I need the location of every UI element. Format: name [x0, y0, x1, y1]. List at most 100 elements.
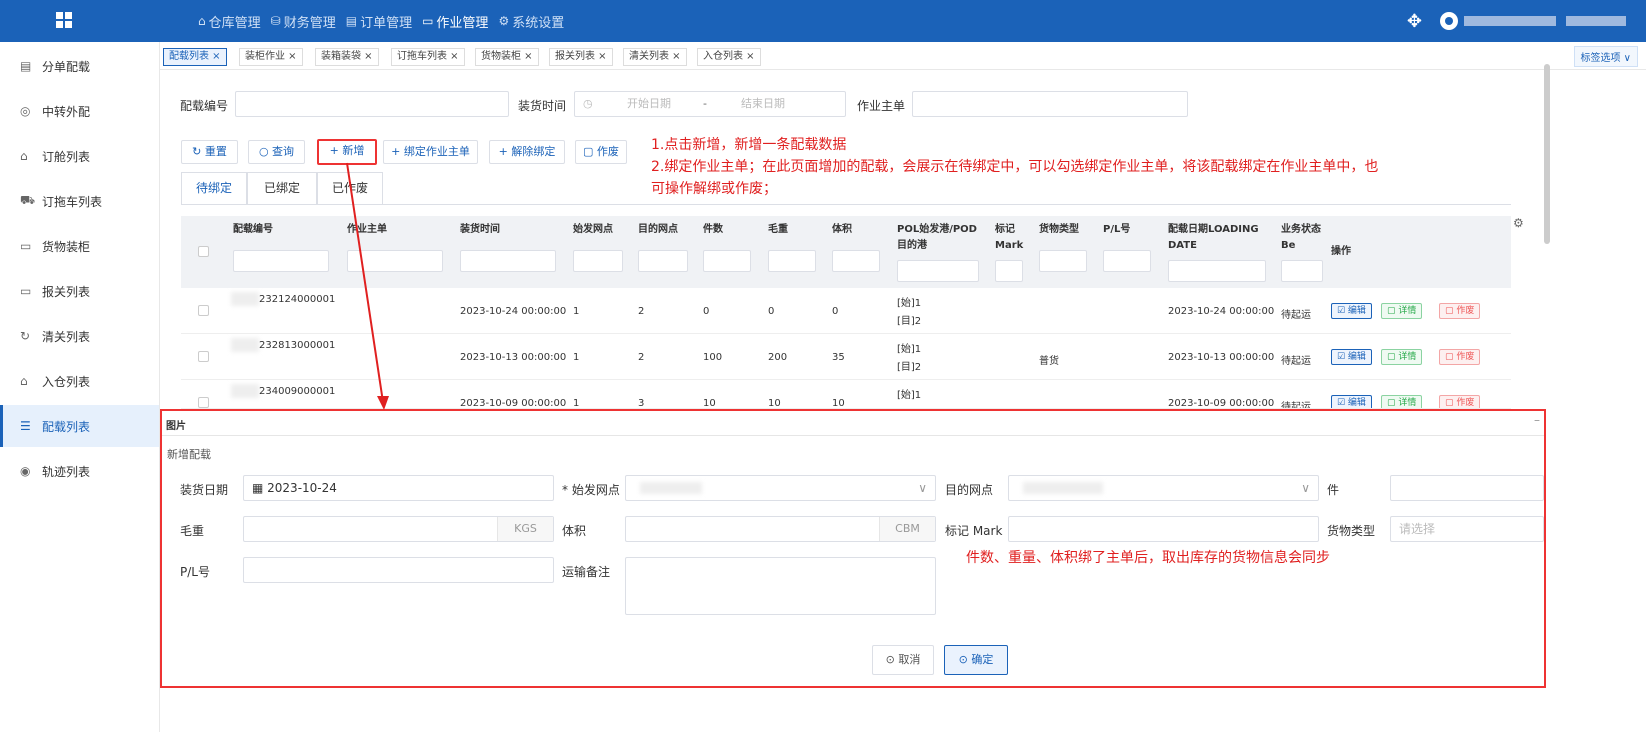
detail-button[interactable]: ▢ 详情: [1381, 395, 1423, 408]
filter-gross-weight[interactable]: [768, 250, 816, 272]
sidebar-item-container[interactable]: ▭ 货物装柜: [0, 225, 159, 267]
blurred-prefix: [231, 338, 259, 352]
filter-mark[interactable]: [995, 260, 1023, 282]
void-row-button[interactable]: ▢ 作废: [1439, 349, 1481, 365]
filter-peizai-no[interactable]: [233, 250, 329, 272]
col-mark: 标记Mark: [995, 224, 1024, 251]
col-volume: 体积: [832, 224, 852, 235]
confirm-button[interactable]: ⊙ 确定: [944, 645, 1008, 675]
sidebar-item-split-loading[interactable]: ▤ 分单配载: [0, 45, 159, 87]
chevron-down-icon: ∨: [918, 481, 927, 495]
top-right: ✥: [1407, 0, 1626, 42]
sidebar-item-customs[interactable]: ▭ 报关列表: [0, 270, 159, 312]
sliders-icon: ☰: [20, 419, 31, 433]
tab-loading-list[interactable]: 配载列表 ×: [163, 48, 227, 66]
tag-options-dropdown[interactable]: 标签选项 ∨: [1573, 46, 1638, 67]
select-all-checkbox[interactable]: [198, 246, 209, 257]
nav-warehouse[interactable]: ⌂ 仓库管理: [198, 12, 261, 31]
sidebar-item-booking[interactable]: ⌂ 订舱列表: [0, 135, 159, 177]
void-row-button[interactable]: ▢ 作废: [1439, 395, 1481, 408]
sidebar-item-track[interactable]: ◉ 轨迹列表: [0, 450, 159, 492]
detail-button[interactable]: ▢ 详情: [1381, 349, 1423, 365]
query-button[interactable]: ○ 查询: [248, 140, 305, 164]
minimize-icon[interactable]: –: [1534, 413, 1540, 427]
pl-no-input[interactable]: [243, 557, 554, 583]
scrollbar[interactable]: [1544, 64, 1550, 244]
bind-master-button[interactable]: + 绑定作业主单: [383, 140, 478, 164]
tab-inbound-list[interactable]: 入仓列表 ×: [697, 48, 761, 66]
edit-button[interactable]: ☑ 编辑: [1331, 303, 1372, 319]
void-row-button[interactable]: ▢ 作废: [1439, 303, 1481, 319]
tab-clearance-list[interactable]: 清关列表 ×: [623, 48, 687, 66]
filter-load-time[interactable]: [460, 250, 556, 272]
filter-pol-pod[interactable]: [897, 260, 979, 282]
cargo-type-select[interactable]: 请选择: [1390, 516, 1544, 542]
filter-volume[interactable]: [832, 250, 880, 272]
sidebar-item-label: 清关列表: [42, 329, 91, 344]
filter-cargo-type[interactable]: [1039, 250, 1087, 272]
filter-business-status[interactable]: [1281, 260, 1323, 282]
cancel-button[interactable]: ⊙ 取消: [872, 645, 934, 675]
load-time-range[interactable]: ◷ 开始日期 - 结束日期: [574, 91, 846, 117]
filter-pl-no[interactable]: [1103, 250, 1151, 272]
tab-bound[interactable]: 已绑定: [247, 172, 317, 204]
cell-load-time: 2023-10-13 00:00:00: [460, 352, 567, 363]
dest-select[interactable]: ∨: [1008, 475, 1319, 501]
add-button[interactable]: + 新增: [317, 139, 377, 165]
table-row[interactable]: 232124000001 2023-10-24 00:00:00 1 2 0 0…: [181, 288, 1511, 334]
cell-volume: 0: [832, 306, 839, 317]
pcs-input[interactable]: [1390, 475, 1544, 501]
reset-button[interactable]: ↻ 重置: [181, 140, 238, 164]
peizai-no-label: 配载编号: [180, 99, 229, 113]
sidebar-item-loading-list[interactable]: ☰ 配载列表: [0, 405, 159, 447]
mark-input[interactable]: [1008, 516, 1319, 542]
filter-master[interactable]: [347, 250, 443, 272]
volume-label: 体积: [562, 524, 587, 538]
tab-container-work[interactable]: 装柜作业 ×: [239, 48, 303, 66]
filter-dest[interactable]: [638, 250, 688, 272]
sidebar-item-clearance[interactable]: ↻ 清关列表: [0, 315, 159, 357]
row-checkbox[interactable]: [198, 305, 209, 316]
gross-weight-input[interactable]: KGS: [243, 516, 554, 542]
table-row[interactable]: 234009000001 2023-10-09 00:00:00 1 3 10 …: [181, 380, 1511, 409]
nav-orders[interactable]: ▤ 订单管理: [346, 12, 412, 31]
unbind-button[interactable]: + 解除绑定: [489, 140, 565, 164]
cell-loading-date: 2023-10-13 00:00:00: [1168, 352, 1275, 363]
tab-packing[interactable]: 装箱装袋 ×: [315, 48, 379, 66]
tab-customs-list[interactable]: 报关列表 ×: [549, 48, 613, 66]
table-row[interactable]: 232813000001 2023-10-13 00:00:00 1 2 100…: [181, 334, 1511, 380]
detail-button[interactable]: ▢ 详情: [1381, 303, 1423, 319]
peizai-no-input[interactable]: [235, 91, 509, 117]
tab-pending-bind[interactable]: 待绑定: [181, 172, 247, 204]
nav-settings[interactable]: ⚙ 系统设置: [498, 12, 564, 31]
edit-button[interactable]: ☑ 编辑: [1331, 395, 1372, 408]
tab-cargo-container[interactable]: 货物装柜 ×: [475, 48, 539, 66]
filter-origin[interactable]: [573, 250, 623, 272]
origin-label: * 始发网点: [562, 483, 620, 497]
edit-button[interactable]: ☑ 编辑: [1331, 349, 1372, 365]
sidebar-item-inbound[interactable]: ⌂ 入仓列表: [0, 360, 159, 402]
app-grid-icon[interactable]: [56, 12, 72, 28]
row-checkbox[interactable]: [198, 351, 209, 362]
remark-textarea[interactable]: [625, 557, 936, 615]
nav-finance[interactable]: ⛁ 财务管理: [271, 12, 336, 31]
sidebar-item-truck[interactable]: ⛟ 订拖车列表: [0, 180, 159, 222]
cell-cargo-type: 普货: [1039, 356, 1059, 367]
tab-voided[interactable]: 已作废: [317, 172, 383, 204]
origin-select[interactable]: ∨: [625, 475, 936, 501]
master-input[interactable]: [912, 91, 1188, 117]
filter-pcs[interactable]: [703, 250, 751, 272]
tab-truck-list[interactable]: 订拖车列表 ×: [391, 48, 465, 66]
load-date-input[interactable]: ▦ 2023-10-24: [243, 475, 554, 501]
nav-operations[interactable]: ▭ 作业管理: [422, 12, 488, 31]
volume-input[interactable]: CBM: [625, 516, 936, 542]
move-icon[interactable]: ✥: [1407, 11, 1422, 32]
sidebar-item-transfer[interactable]: ◎ 中转外配: [0, 90, 159, 132]
void-button[interactable]: ▢ 作废: [575, 140, 627, 164]
cell-dest: 2: [638, 306, 645, 317]
column-settings-gear-icon[interactable]: ⚙: [1513, 216, 1524, 230]
row-checkbox[interactable]: [198, 397, 209, 408]
filter-loading-date[interactable]: [1168, 260, 1266, 282]
pl-no-label: P/L号: [180, 565, 210, 579]
avatar[interactable]: [1440, 12, 1458, 30]
